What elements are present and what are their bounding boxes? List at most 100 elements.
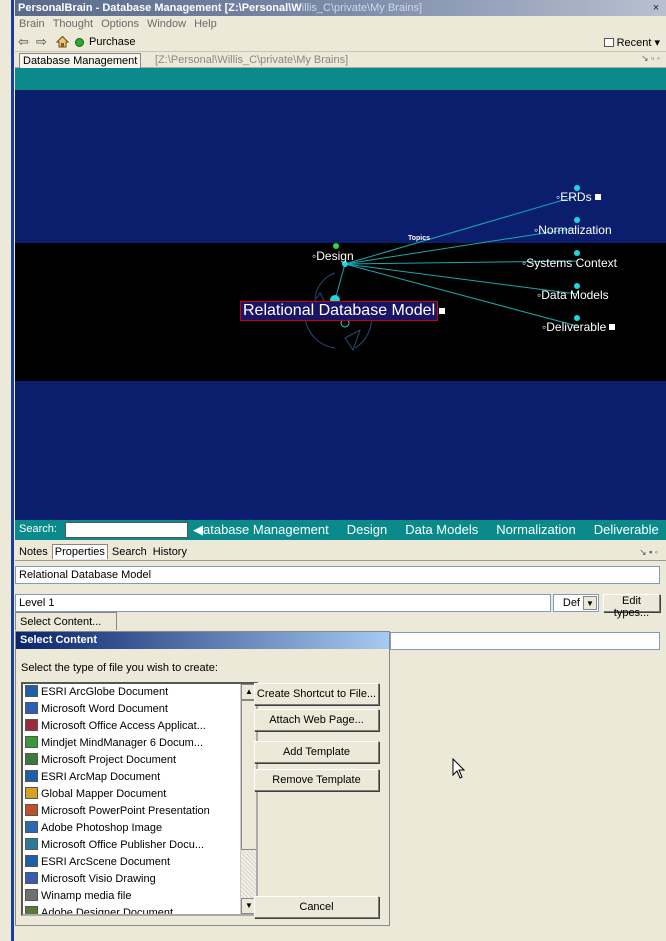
file-type-item[interactable]: Winamp media file [23, 888, 256, 905]
thought-history: ◀atabase Management Design Data Models Norm… [193, 522, 666, 538]
file-type-item[interactable]: Microsoft Word Document [23, 701, 256, 718]
file-type-icon [25, 906, 38, 914]
child-thought-label: Normalization [538, 223, 612, 237]
file-type-item[interactable]: Adobe Designer Document [23, 905, 256, 916]
note-marker-icon [594, 194, 601, 200]
file-type-item[interactable]: Microsoft Visio Drawing [23, 871, 256, 888]
scroll-track[interactable] [241, 850, 256, 900]
child-thought-data-models[interactable]: ◦Data Models [537, 288, 609, 302]
window-title-bar[interactable]: PersonalBrain - Database Management [Z:\… [15, 0, 666, 16]
left-frame-bar [11, 0, 14, 941]
content-path-field[interactable] [390, 632, 660, 650]
panel-controls[interactable]: ↘ ▫ ◦ [641, 53, 660, 64]
file-type-icon [25, 702, 38, 714]
purchase-link[interactable]: Purchase [89, 36, 135, 48]
back-arrow-icon[interactable]: ⇦ [18, 34, 29, 50]
file-type-label: Adobe Designer Document [41, 907, 174, 916]
recent-label: Recent ▾ [616, 37, 660, 49]
file-type-item[interactable]: Adobe Photoshop Image [23, 820, 256, 837]
file-type-label: ESRI ArcMap Document [41, 771, 161, 783]
file-type-label: Winamp media file [41, 890, 132, 902]
menu-window[interactable]: Window [143, 16, 190, 32]
menu-brain[interactable]: Brain [15, 16, 49, 32]
parent-thought-design[interactable]: ◦Design [312, 249, 354, 263]
history-item[interactable]: Data Models [405, 522, 478, 537]
tab-database-management[interactable]: Database Management [19, 53, 142, 68]
create-shortcut-button[interactable]: Create Shortcut to File... [254, 683, 379, 705]
forward-arrow-icon[interactable]: ⇨ [36, 34, 47, 50]
dialog-title: Select Content [16, 632, 389, 649]
file-type-item[interactable]: Microsoft Office Access Applicat... [23, 718, 256, 735]
file-type-item[interactable]: ESRI ArcScene Document [23, 854, 256, 871]
file-type-icon [25, 855, 38, 867]
menu-help[interactable]: Help [190, 16, 221, 32]
active-thought[interactable]: Relational Database Model [240, 301, 439, 321]
menu-options[interactable]: Options [97, 16, 143, 32]
file-type-list[interactable]: ESRI ArcGlobe Document Microsoft Word Doc… [21, 682, 258, 916]
file-type-item[interactable]: ESRI ArcMap Document [23, 769, 256, 786]
file-type-item[interactable]: Microsoft PowerPoint Presentation [23, 803, 256, 820]
window-title: PersonalBrain - Database Management [Z:\… [18, 2, 302, 14]
file-type-label: Global Mapper Document [41, 788, 167, 800]
child-thought-label: Systems Context [526, 256, 617, 270]
file-type-icon [25, 719, 38, 731]
tab-properties[interactable]: Properties [51, 544, 108, 559]
purchase-status-icon [75, 38, 84, 47]
history-item[interactable]: Deliverable [594, 522, 659, 537]
recent-menu[interactable]: Recent ▾ [603, 36, 660, 49]
plex-panel-header: Database Management [Z:\Personal\Willis_… [15, 52, 666, 68]
file-type-item[interactable]: Microsoft Office Publisher Docu... [23, 837, 256, 854]
cancel-button[interactable]: Cancel [254, 896, 379, 918]
brain-path: [Z:\Personal\Willis_C\private\My Brains] [155, 54, 349, 66]
file-type-label: Microsoft Word Document [41, 703, 168, 715]
file-type-label: ESRI ArcScene Document [41, 856, 171, 868]
select-content-dialog: Select Content Select the type of file y… [15, 631, 390, 926]
search-bar: Search: ◀atabase Management Design Data Mo… [15, 520, 666, 540]
child-thought-deliverable[interactable]: ◦Deliverable [542, 320, 616, 334]
tab-history[interactable]: History [151, 545, 189, 559]
select-content-tab[interactable]: Select Content... [15, 612, 117, 630]
child-thought-erds[interactable]: ◦ERDs [556, 190, 601, 204]
history-item[interactable]: Design [347, 522, 387, 537]
file-type-item[interactable]: Microsoft Project Document [23, 752, 256, 769]
search-input[interactable] [65, 522, 188, 538]
recent-icon [603, 38, 614, 47]
file-type-label: Microsoft PowerPoint Presentation [41, 805, 210, 817]
file-type-item[interactable]: Global Mapper Document [23, 786, 256, 803]
file-type-item[interactable]: ESRI ArcGlobe Document [23, 684, 256, 701]
detail-tabs: Notes Properties Search History ↘ ▪ ◦ [15, 544, 666, 561]
file-type-icon [25, 872, 38, 884]
home-icon[interactable] [56, 35, 69, 48]
file-type-icon [25, 685, 38, 697]
thought-name-field[interactable]: Relational Database Model [15, 566, 660, 584]
tab-notes[interactable]: Notes [17, 545, 50, 559]
thought-plex[interactable]: Topics ◦Design Relational Database Model… [15, 68, 666, 520]
file-type-label: Microsoft Visio Drawing [41, 873, 156, 885]
edit-types-button[interactable]: Edit types... [603, 594, 660, 619]
file-type-icon [25, 787, 38, 799]
file-type-label: Adobe Photoshop Image [41, 822, 163, 834]
remove-template-button[interactable]: Remove Template [254, 769, 379, 791]
attach-web-page-button[interactable]: Attach Web Page... [254, 709, 379, 731]
history-item[interactable]: ◀atabase Management [193, 522, 329, 537]
tab-search[interactable]: Search [110, 545, 149, 559]
thought-label-field[interactable]: Level 1 [15, 594, 551, 612]
add-template-button[interactable]: Add Template [254, 741, 379, 763]
detail-panel-controls[interactable]: ↘ ▪ ◦ [637, 546, 660, 559]
history-item[interactable]: Normalization [496, 522, 575, 537]
file-type-icon [25, 804, 38, 816]
file-type-icon [25, 736, 38, 748]
note-marker-icon [439, 308, 445, 314]
file-type-item[interactable]: Mindjet MindManager 6 Docum... [23, 735, 256, 752]
menu-bar: Brain Thought Options Window Help [15, 16, 666, 33]
close-icon[interactable]: × [650, 0, 662, 16]
chevron-down-icon[interactable]: ▼ [583, 596, 597, 610]
file-type-label: Microsoft Project Document [41, 754, 177, 766]
child-thought-label: Data Models [541, 288, 609, 302]
child-thought-normalization[interactable]: ◦Normalization [534, 223, 612, 237]
thought-type-select[interactable]: Def ▼ [553, 594, 599, 612]
child-thought-systems-context[interactable]: ◦Systems Context [522, 256, 617, 270]
file-type-icon [25, 889, 38, 901]
left-window-frame [0, 0, 15, 941]
menu-thought[interactable]: Thought [49, 16, 97, 32]
